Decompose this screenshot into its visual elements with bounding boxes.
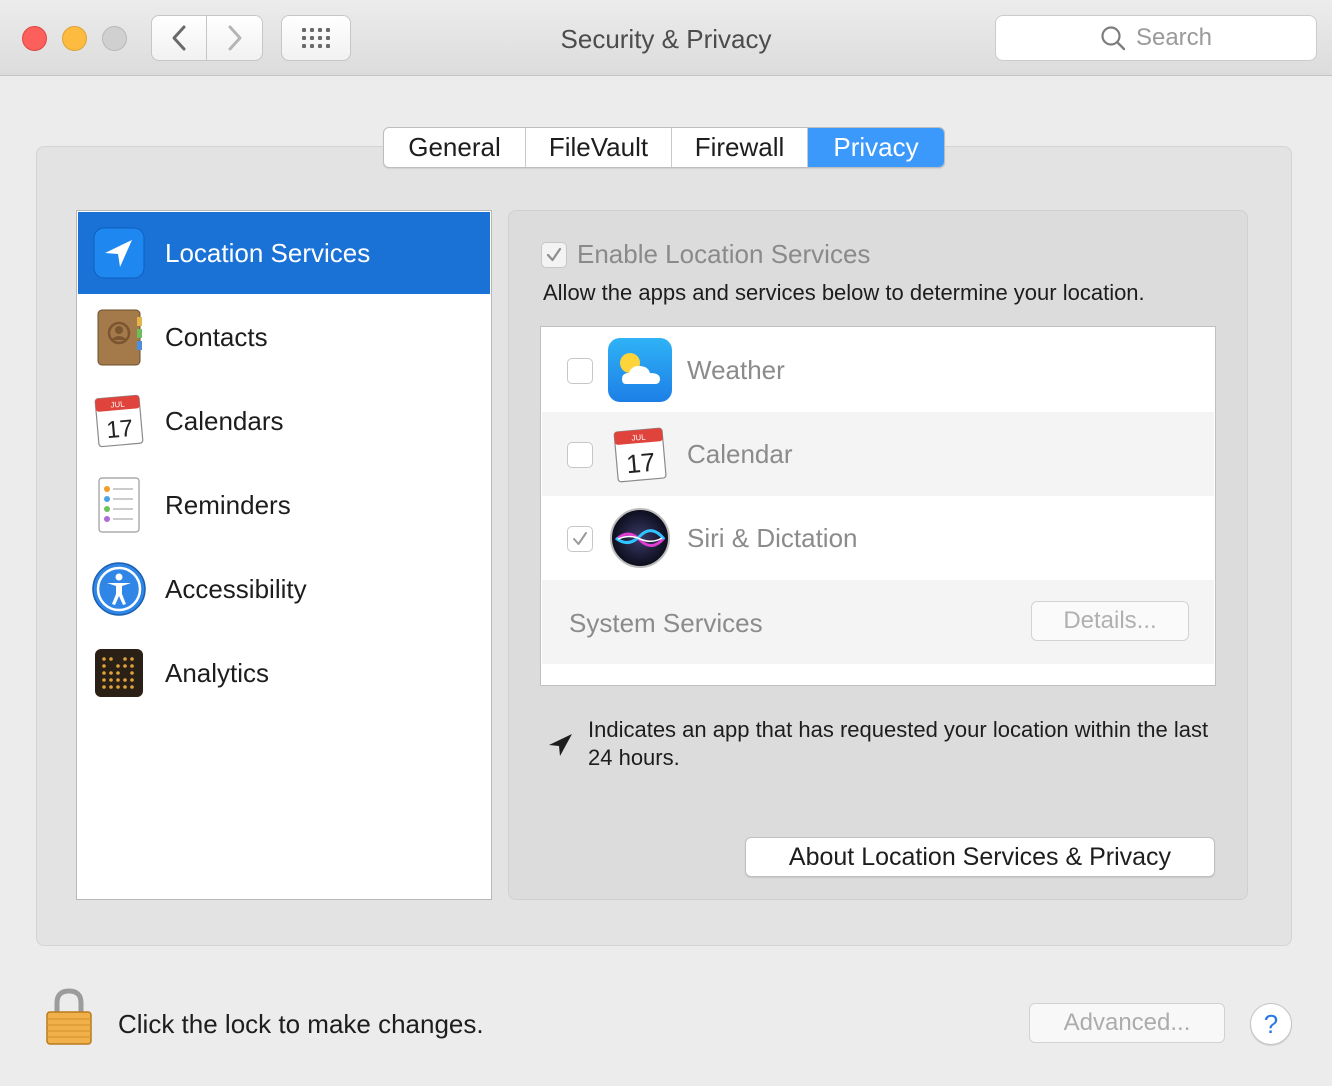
sidebar-item-label: Calendars — [165, 405, 284, 436]
sidebar-item-label: Contacts — [165, 321, 268, 352]
calendar-month: JUL — [110, 399, 126, 409]
list-item-weather: Weather — [542, 328, 1214, 412]
list-item-siri: Siri & Dictation — [542, 496, 1214, 580]
checkmark-icon — [546, 247, 562, 262]
sidebar-item-label: Analytics — [165, 657, 270, 688]
location-apps-list: Weather JUL 17 Calendar Siri & Dictation… — [540, 326, 1216, 686]
app-name: Siri & Dictation — [687, 523, 858, 553]
sidebar-item-location-services[interactable]: Location Services — [78, 212, 490, 294]
app-name: Calendar — [687, 439, 793, 469]
siri-icon — [610, 508, 670, 568]
calendar-day: 17 — [625, 447, 656, 479]
app-name: Weather — [687, 355, 785, 385]
sidebar-item-analytics[interactable]: Analytics — [78, 632, 490, 714]
tab-filevault[interactable]: FileVault — [526, 128, 672, 167]
checkmark-icon — [573, 532, 587, 545]
calendar-icon: JUL 17 — [94, 394, 144, 448]
contacts-book-icon — [97, 309, 142, 366]
sidebar-item-contacts[interactable]: Contacts — [78, 296, 490, 378]
title-bar: Security & Privacy Search — [0, 0, 1332, 76]
siri-checkbox[interactable] — [567, 526, 593, 552]
sidebar-item-label: Reminders — [165, 489, 291, 520]
advanced-button[interactable]: Advanced... — [1029, 1003, 1225, 1043]
help-button[interactable]: ? — [1250, 1003, 1292, 1045]
sidebar-item-label: Location Services — [165, 237, 371, 268]
lock-icon[interactable] — [44, 988, 94, 1046]
list-item-system-services: System Services Details... — [542, 580, 1214, 664]
sidebar-item-calendars[interactable]: JUL 17 Calendars — [78, 380, 490, 462]
location-arrow-icon — [549, 734, 572, 756]
weather-icon — [608, 338, 672, 402]
tab-general[interactable]: General — [384, 128, 526, 167]
sidebar-item-accessibility[interactable]: Accessibility — [78, 548, 490, 630]
search-placeholder: Search — [1135, 24, 1213, 51]
enable-location-services-label: Enable Location Services — [577, 239, 871, 269]
tab-bar: General FileVault Firewall Privacy — [383, 127, 945, 168]
lock-instructions: Click the lock to make changes. — [118, 1009, 484, 1039]
reminders-list-icon — [98, 477, 140, 533]
calendar-checkbox[interactable] — [567, 442, 593, 468]
location-indicator-note: Indicates an app that has requested your… — [588, 717, 1209, 770]
list-item-calendar: JUL 17 Calendar — [542, 412, 1214, 496]
calendar-month: JUL — [631, 432, 647, 442]
tab-privacy[interactable]: Privacy — [808, 128, 944, 167]
sidebar-item-label: Accessibility — [165, 573, 307, 604]
calendar-day: 17 — [105, 415, 134, 444]
search-field[interactable]: Search — [995, 15, 1317, 61]
about-location-privacy-button[interactable]: About Location Services & Privacy — [745, 837, 1215, 877]
tab-firewall[interactable]: Firewall — [672, 128, 808, 167]
location-arrow-icon — [93, 227, 145, 279]
accessibility-icon — [92, 562, 146, 616]
weather-checkbox[interactable] — [567, 358, 593, 384]
system-services-label: System Services — [569, 608, 763, 638]
sidebar-item-reminders[interactable]: Reminders — [78, 464, 490, 546]
analytics-icon — [95, 649, 143, 697]
enable-location-services-checkbox[interactable] — [541, 242, 567, 268]
search-icon — [1101, 26, 1126, 51]
privacy-category-list: Location Services Contacts JUL 17 Calend… — [76, 210, 492, 900]
details-button[interactable]: Details... — [1031, 601, 1189, 641]
allow-description: Allow the apps and services below to det… — [543, 280, 1145, 305]
calendar-icon: JUL 17 — [613, 427, 667, 483]
